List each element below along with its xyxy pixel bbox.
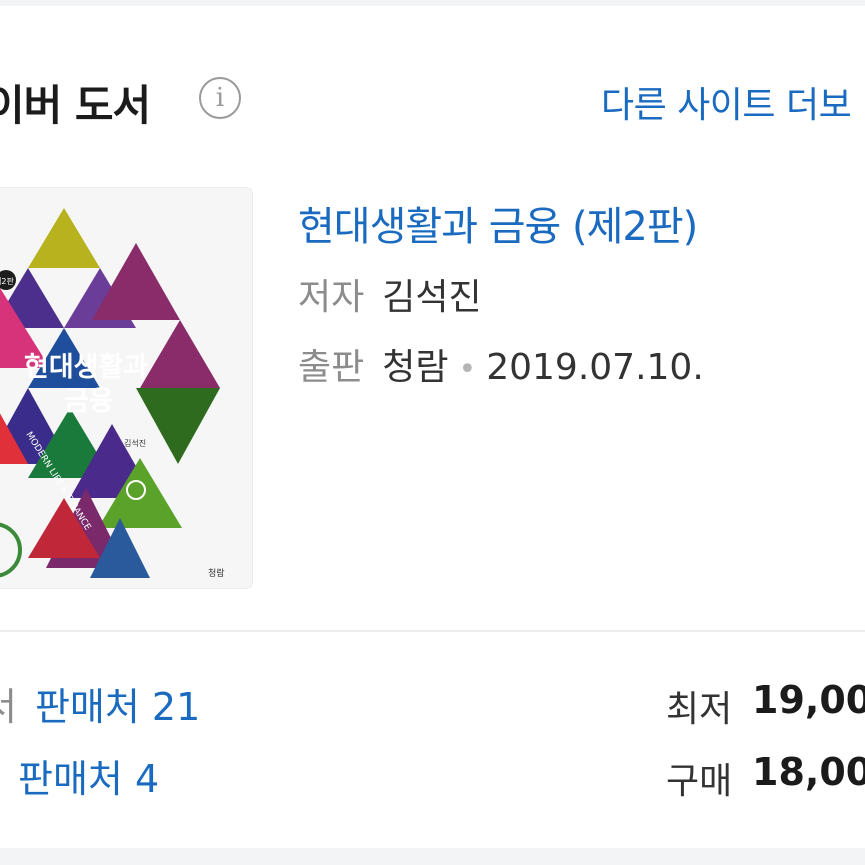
book-cover-image[interactable]: 제2판 현대생활과 금융 MODERN LIFE & FINANCE 김석진 청… [0,188,252,588]
shop-row[interactable]: 서 판매처 21 최저 19,000 [0,676,865,730]
cover-publisher-mark: 청람 [208,567,225,579]
section-title: 이버 도서 [0,81,151,130]
shop-row[interactable]: 판매처 4 구매 18,000 [0,748,865,802]
author-name: 김석진 [382,277,482,318]
other-sites-more-link[interactable]: 다른 사이트 더보 [601,76,852,128]
publisher-name: 청람 [382,347,449,388]
cover-author: 김석진 [124,438,146,448]
card-header: 이버 도서 i 다른 사이트 더보 [0,6,865,146]
book-card: 이버 도서 i 다른 사이트 더보 제2판 현대생활과 금융 [0,6,865,848]
book-title-link[interactable]: 현대생활과 금융 (제2판) [298,194,698,252]
section-divider [0,630,865,632]
price-value: 18,000 [752,750,865,794]
shop-category-label: 서 [0,685,17,729]
shop-count-link[interactable]: 판매처 21 [35,685,200,729]
cover-artwork: 제2판 현대생활과 금융 MODERN LIFE & FINANCE 김석진 청… [0,208,225,579]
publisher-row: 출판 청람 • 2019.07.10. [298,338,704,390]
cover-title-line1: 현대생활과 [24,352,148,383]
cover-title-line2: 금융 [64,386,114,417]
author-row: 저자 김석진 [298,268,482,320]
publish-date: 2019.07.10. [486,347,704,388]
publisher-label: 출판 [298,347,365,388]
price-value: 19,000 [752,678,865,722]
cover-edition-badge: 제2판 [0,277,14,286]
price-label: 구매 [666,761,733,802]
date-separator: • [458,352,477,387]
price-label: 최저 [666,689,733,730]
author-label: 저자 [298,277,365,318]
shop-count-link[interactable]: 판매처 4 [18,757,159,801]
info-icon[interactable]: i [199,77,241,119]
